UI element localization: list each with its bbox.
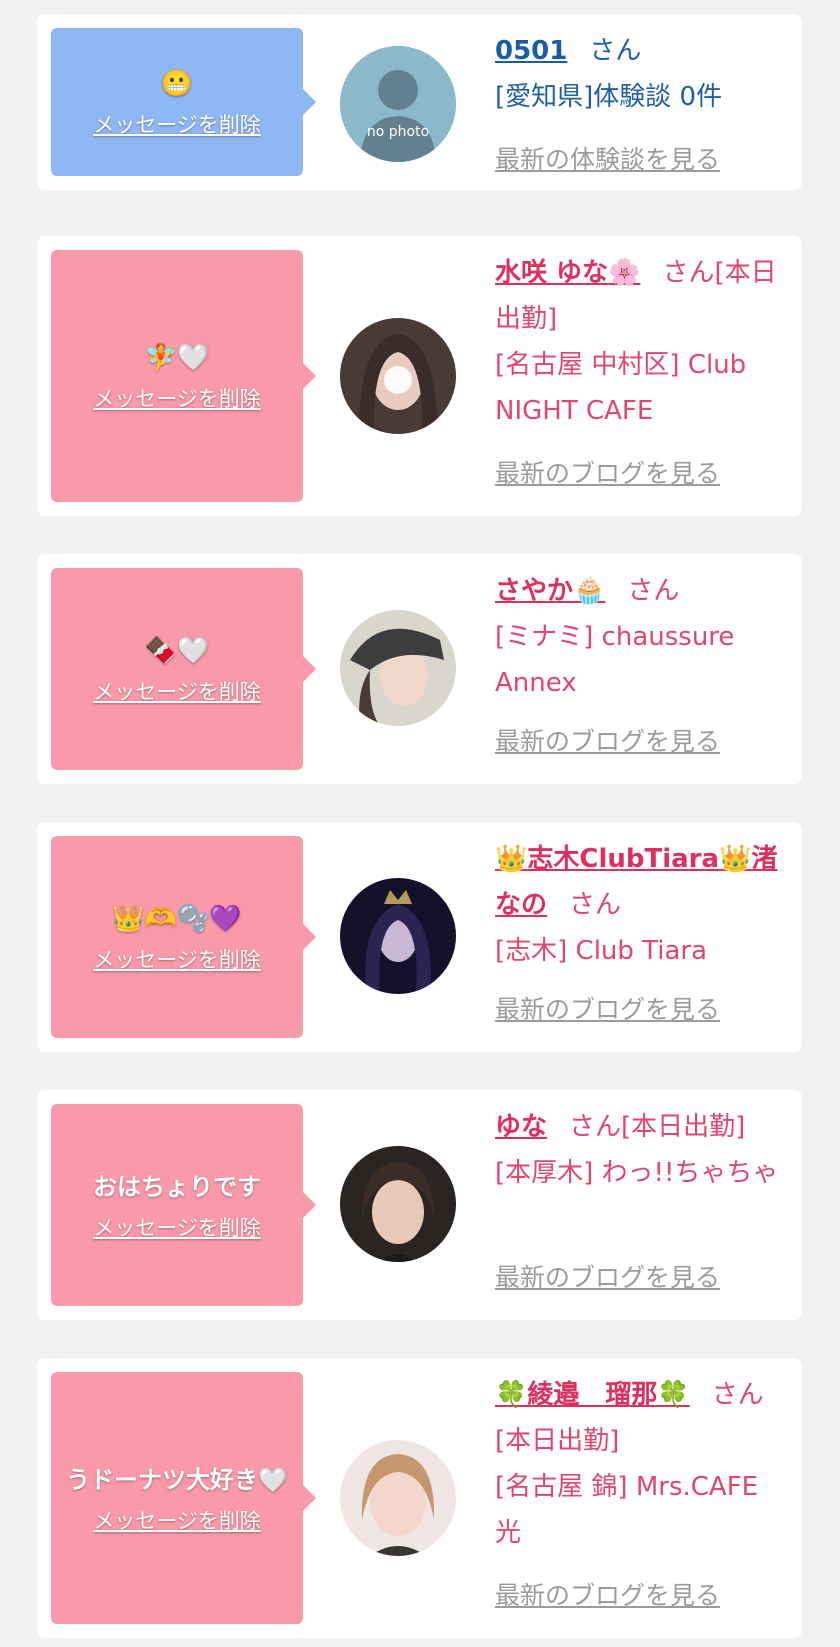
message-text: 😬: [160, 69, 194, 99]
message-text: おはちょりです: [93, 1173, 261, 1201]
honorific: さん: [589, 36, 642, 66]
location-text: [愛知県]体験談 0件: [495, 82, 723, 112]
latest-post-link[interactable]: 最新のブログを見る: [495, 1576, 720, 1612]
delete-message-button[interactable]: メッセージを削除: [93, 676, 261, 706]
avatar[interactable]: [340, 1146, 456, 1262]
user-info: さやか🧁 さん [ミナミ] chaussure Annex: [495, 568, 790, 706]
status-badge: [本日出勤]: [495, 1426, 620, 1456]
latest-post-link[interactable]: 最新のブログを見る: [495, 990, 720, 1026]
user-name-link[interactable]: 水咲 ゆな🌸: [495, 258, 640, 288]
message-card: おはちょりです メッセージを削除 ゆな さん[本日出勤] [本厚木] わっ!!ちゃ…: [37, 1090, 802, 1320]
location-text: [ミナミ] chaussure Annex: [495, 622, 735, 698]
latest-post-link[interactable]: 最新のブログを見る: [495, 722, 720, 758]
avatar[interactable]: [340, 1440, 456, 1556]
honorific: さん: [569, 890, 622, 920]
user-info: ゆな さん[本日出勤] [本厚木] わっ!!ちゃちゃ: [495, 1104, 790, 1196]
user-info: 0501 さん [愛知県]体験談 0件: [495, 28, 790, 120]
user-name-link[interactable]: ゆな: [495, 1112, 547, 1142]
delete-message-button[interactable]: メッセージを削除: [93, 944, 261, 974]
latest-post-link[interactable]: 最新のブログを見る: [495, 1258, 720, 1294]
status-badge: [本日出勤]: [621, 1112, 746, 1142]
message-bubble: おはちょりです メッセージを削除: [51, 1104, 316, 1306]
location-text: [名古屋 錦] Mrs.CAFE 光: [495, 1472, 759, 1548]
delete-message-button[interactable]: メッセージを削除: [93, 383, 261, 413]
location-text: [名古屋 中村区] Club NIGHT CAFE: [495, 350, 747, 426]
profile-photo: [340, 878, 456, 994]
profile-photo: [340, 610, 456, 726]
location-text: [本厚木] わっ!!ちゃちゃ: [495, 1158, 779, 1188]
profile-photo: [340, 1146, 456, 1262]
svg-text:no photo: no photo: [367, 124, 429, 140]
message-card: 🧚🤍 メッセージを削除 水咲 ゆな🌸 さん[本日出勤] [名古屋 中村区] Clu…: [37, 236, 802, 516]
user-info: 👑志木ClubTiara👑渚なの さん [志木] Club Tiara: [495, 836, 790, 974]
message-text: 🍫🤍: [144, 636, 210, 666]
location-text: [志木] Club Tiara: [495, 936, 708, 966]
message-bubble: 👑🫶🫧💜 メッセージを削除: [51, 836, 316, 1038]
message-text: 🧚🤍: [144, 343, 210, 373]
message-card: 👑🫶🫧💜 メッセージを削除 👑志木ClubTiara👑渚なの さん [志木] Cl…: [37, 822, 802, 1052]
user-name-link[interactable]: さやか🧁: [495, 576, 605, 606]
user-name-link[interactable]: 0501: [495, 36, 567, 66]
avatar[interactable]: [340, 318, 456, 434]
message-card: うドーナツ大好き🤍 メッセージを削除 🍀綾邉 瑠那🍀 さん [本日出勤] [名古屋 …: [37, 1358, 802, 1638]
user-name-link[interactable]: 👑志木ClubTiara👑渚なの: [495, 844, 777, 920]
honorific: さん: [627, 576, 680, 606]
message-text: 👑🫶🫧💜: [112, 904, 242, 934]
latest-post-link[interactable]: 最新のブログを見る: [495, 454, 720, 490]
latest-post-link[interactable]: 最新の体験談を見る: [495, 140, 720, 176]
profile-photo: [340, 1440, 456, 1556]
delete-message-button[interactable]: メッセージを削除: [93, 109, 261, 139]
delete-message-button[interactable]: メッセージを削除: [93, 1212, 261, 1242]
message-card: 🍫🤍 メッセージを削除 さやか🧁 さん [ミナミ] chaussure Annex…: [37, 554, 802, 784]
message-text: うドーナツ大好き🤍: [66, 1466, 288, 1494]
message-card: 😬 メッセージを削除 no photo 0501 さん [愛知県]体験談 0件 最…: [37, 14, 802, 190]
message-bubble: 🍫🤍 メッセージを削除: [51, 568, 316, 770]
honorific: さん: [569, 1112, 622, 1142]
avatar[interactable]: no photo: [340, 46, 456, 162]
message-bubble: 🧚🤍 メッセージを削除: [51, 250, 316, 502]
honorific: さん: [711, 1380, 764, 1410]
honorific: さん: [662, 258, 715, 288]
user-info: 水咲 ゆな🌸 さん[本日出勤] [名古屋 中村区] Club NIGHT CAFE: [495, 250, 790, 434]
user-name-link[interactable]: 🍀綾邉 瑠那🍀: [495, 1380, 690, 1410]
message-bubble: 😬 メッセージを削除: [51, 28, 316, 176]
delete-message-button[interactable]: メッセージを削除: [93, 1505, 261, 1535]
avatar[interactable]: [340, 878, 456, 994]
profile-photo: [340, 318, 456, 434]
avatar[interactable]: [340, 610, 456, 726]
user-info: 🍀綾邉 瑠那🍀 さん [本日出勤] [名古屋 錦] Mrs.CAFE 光: [495, 1372, 790, 1556]
no-photo-icon: no photo: [340, 46, 456, 162]
message-bubble: うドーナツ大好き🤍 メッセージを削除: [51, 1372, 316, 1624]
